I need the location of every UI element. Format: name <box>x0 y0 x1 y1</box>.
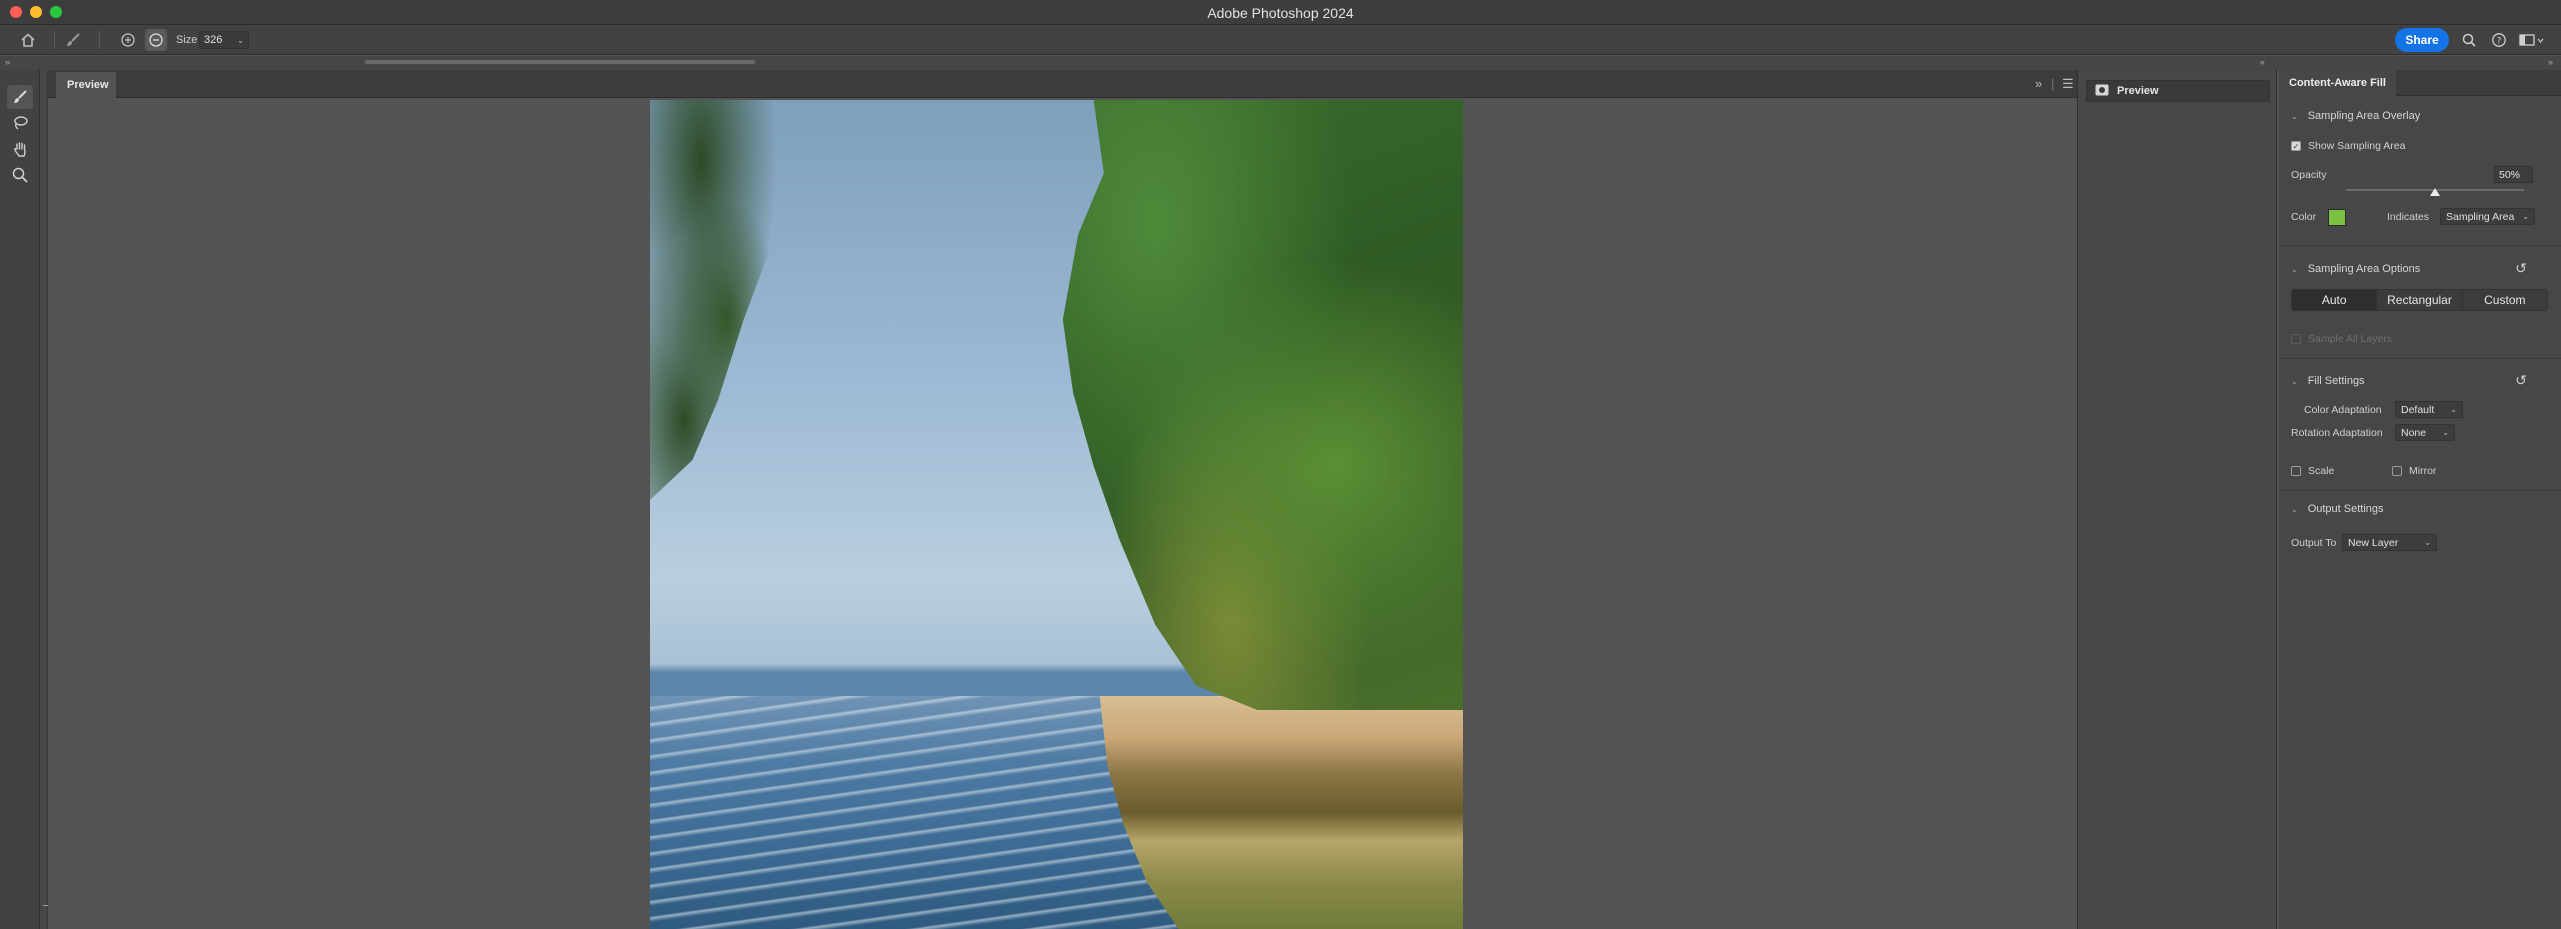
caf-panel-title[interactable]: Content-Aware Fill <box>2279 70 2396 96</box>
help-icon[interactable]: ? <box>2488 29 2510 51</box>
chevron-down-icon[interactable]: ⌄ <box>2291 505 2298 514</box>
toolbar-separator <box>99 31 100 49</box>
share-button[interactable]: Share <box>2395 28 2449 52</box>
scale-label: Scale <box>2308 465 2335 477</box>
section-heading: Fill Settings <box>2307 375 2365 387</box>
sampling-brush-tool-icon[interactable] <box>7 85 33 109</box>
rotation-adaptation-label: Rotation Adaptation <box>2291 427 2383 439</box>
content-aware-fill-panel: Content-Aware Fill ⌄ Sampling Area Overl… <box>2279 70 2561 929</box>
reset-sampling-options-icon[interactable]: ↺ <box>2513 260 2529 276</box>
sample-all-layers-checkbox[interactable] <box>2291 334 2301 344</box>
size-label: Size <box>176 34 198 46</box>
section-sampling-area-overlay[interactable]: ⌄ Sampling Area Overlay <box>2291 110 2420 122</box>
section-output-settings[interactable]: ⌄ Output Settings <box>2291 503 2384 515</box>
overlay-color-swatch[interactable] <box>2328 209 2346 226</box>
options-bar: Size 326 ⌄ Share ? <box>0 25 2561 55</box>
section-heading: Output Settings <box>2307 503 2384 515</box>
preview-panel-title: Preview <box>2117 85 2159 97</box>
search-icon[interactable] <box>2458 29 2480 51</box>
caf-tab-bar: Content-Aware Fill <box>2279 70 2561 96</box>
mirror-label: Mirror <box>2409 465 2437 477</box>
section-divider <box>2279 245 2561 246</box>
output-to-value: New Layer <box>2348 536 2399 549</box>
output-to-dropdown[interactable]: New Layer ⌄ <box>2342 534 2437 551</box>
show-sampling-area-label: Show Sampling Area <box>2308 140 2406 152</box>
subtract-from-brush-icon[interactable] <box>145 29 167 51</box>
size-input[interactable]: 326 ⌄ <box>199 31 249 49</box>
expand-toolbar-icon[interactable]: » <box>5 57 10 67</box>
preview-panel: Preview <box>2077 70 2277 929</box>
reset-fill-settings-icon[interactable]: ↺ <box>2513 372 2529 388</box>
tab-preview[interactable]: Preview <box>56 72 116 98</box>
indicates-dropdown[interactable]: Sampling Area ⌄ <box>2440 208 2535 225</box>
preview-panel-header[interactable]: Preview <box>2086 80 2270 102</box>
indicates-value: Sampling Area <box>2446 210 2515 223</box>
panel-menu-icon[interactable]: ☰ <box>2062 76 2074 92</box>
chevron-down-icon: ⌄ <box>2450 405 2457 414</box>
hand-tool-icon[interactable] <box>7 137 33 161</box>
color-adaptation-value: Default <box>2401 403 2435 416</box>
home-icon[interactable] <box>17 29 39 51</box>
section-heading: Sampling Area Options <box>2307 263 2421 275</box>
opacity-slider-thumb[interactable] <box>2430 188 2440 196</box>
lasso-tool-icon[interactable] <box>7 111 33 135</box>
sampling-mode-custom[interactable]: Custom <box>2462 290 2547 310</box>
svg-text:?: ? <box>2497 37 2502 47</box>
expand-panel-icon[interactable]: » <box>2548 57 2553 67</box>
chevron-down-icon[interactable]: ⌄ <box>237 36 244 45</box>
sampling-mode-segmented-control: Auto Rectangular Custom <box>2291 289 2548 311</box>
show-sampling-area-checkbox[interactable]: ✓ <box>2291 141 2301 151</box>
opacity-label: Opacity <box>2291 169 2327 181</box>
vertical-ruler <box>40 70 48 929</box>
mirror-checkbox[interactable] <box>2392 466 2402 476</box>
scale-checkbox[interactable] <box>2291 466 2301 476</box>
zoom-tool-icon[interactable] <box>7 163 33 187</box>
section-divider <box>2279 490 2561 491</box>
color-adaptation-label: Color Adaptation <box>2304 404 2382 416</box>
chevron-down-icon: ⌄ <box>2442 428 2449 437</box>
sample-all-layers-label: Sample All Layers <box>2308 333 2393 345</box>
sampling-mode-auto[interactable]: Auto <box>2292 290 2378 310</box>
window-title: Adobe Photoshop 2024 <box>1207 5 1354 21</box>
color-label: Color <box>2291 211 2317 223</box>
section-heading: Sampling Area Overlay <box>2307 110 2421 122</box>
section-divider <box>2279 358 2561 359</box>
opacity-input[interactable]: 50% <box>2494 166 2533 183</box>
tab-divider: | <box>2051 76 2055 91</box>
size-value: 326 <box>204 34 223 46</box>
rotation-adaptation-dropdown[interactable]: None ⌄ <box>2395 424 2455 441</box>
chevron-down-icon[interactable]: ⌄ <box>2291 112 2298 121</box>
section-fill-settings[interactable]: ⌄ Fill Settings <box>2291 375 2365 387</box>
collapse-panels-icon[interactable]: « <box>2260 57 2265 67</box>
workspace-icon[interactable] <box>2516 29 2546 51</box>
opacity-value: 50% <box>2499 168 2521 181</box>
chevron-down-icon[interactable]: ⌄ <box>2291 265 2298 274</box>
brush-tool-icon[interactable] <box>62 29 84 51</box>
title-bar: Adobe Photoshop 2024 <box>0 0 2561 25</box>
indicates-label: Indicates <box>2387 211 2430 223</box>
chevron-down-icon: ⌄ <box>2424 538 2431 547</box>
rotation-adaptation-value: None <box>2401 426 2427 439</box>
document-image[interactable] <box>650 100 1463 929</box>
color-adaptation-dropdown[interactable]: Default ⌄ <box>2395 401 2463 418</box>
section-sampling-area-options[interactable]: ⌄ Sampling Area Options <box>2291 263 2420 275</box>
add-to-brush-icon[interactable] <box>117 29 139 51</box>
horizontal-scrollbar[interactable] <box>365 60 755 64</box>
document-tab-bar: Preview » | ☰ <box>48 70 2077 98</box>
sampling-mode-rectangular[interactable]: Rectangular <box>2377 290 2463 310</box>
tool-bar <box>0 70 40 929</box>
double-chevron-right-icon[interactable]: » <box>2035 76 2042 91</box>
output-to-label: Output To <box>2291 537 2337 549</box>
chevron-down-icon[interactable]: ⌄ <box>2291 377 2298 386</box>
toolbar-separator <box>54 31 55 49</box>
preview-thumbnail-icon <box>2095 84 2109 99</box>
chevron-down-icon: ⌄ <box>2522 212 2529 221</box>
